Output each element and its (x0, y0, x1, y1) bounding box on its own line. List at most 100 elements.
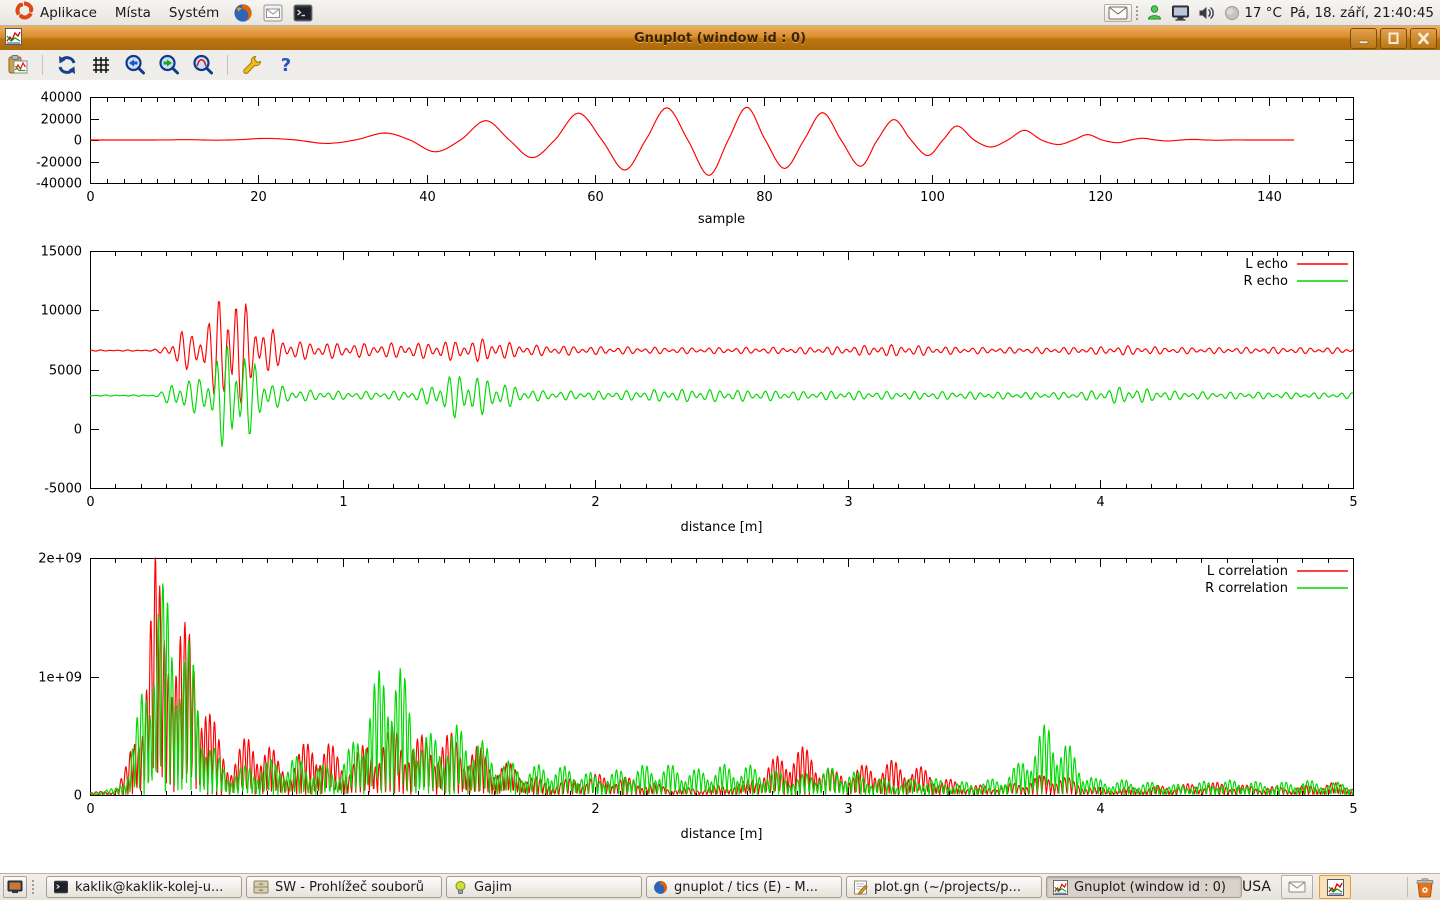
task-button-text-editor[interactable]: plot.gn (~/projects/p... (846, 876, 1042, 898)
x-axis-label: distance [m] (680, 827, 762, 842)
maximize-button[interactable] (1380, 28, 1407, 49)
y-tick-label: 15000 (41, 245, 82, 260)
zoom-next-icon (158, 54, 180, 76)
user-status-icon (1146, 4, 1163, 21)
series-chirp-signal (90, 107, 1294, 175)
y-tick-label: -20000 (36, 156, 82, 171)
menu-applications[interactable]: Aplikace (6, 0, 106, 25)
firefox-launcher[interactable] (233, 3, 253, 23)
zoom-previous-icon (124, 54, 146, 76)
close-icon (1415, 32, 1432, 45)
replot-button[interactable] (55, 53, 79, 77)
user-status-button[interactable] (1146, 4, 1163, 21)
y-tick-label: 0 (74, 134, 82, 149)
task-label: kaklik@kaklik-kolej-u... (75, 880, 223, 895)
configure-icon (241, 54, 263, 76)
x-tick-label: 3 (844, 802, 852, 817)
zoom-previous-button[interactable] (123, 53, 147, 77)
grid-icon (90, 54, 112, 76)
terminal-icon (53, 880, 69, 894)
x-tick-label: 140 (1257, 190, 1282, 205)
show-desktop-icon (7, 880, 23, 894)
plot-border (91, 252, 1354, 489)
task-button-gajim[interactable]: Gajim (446, 876, 642, 898)
legend-label: L correlation (1207, 564, 1288, 579)
x-tick-label: 20 (250, 190, 267, 205)
x-tick-label: 2 (591, 802, 599, 817)
chart-2: 012345-5000050001000015000distance [m]L … (41, 245, 1358, 536)
x-tick-label: 5 (1349, 495, 1357, 510)
ubuntu-logo-icon (15, 1, 34, 24)
show-desktop-button[interactable] (3, 876, 27, 898)
minimize-button[interactable] (1350, 28, 1377, 49)
x-tick-label: 80 (756, 190, 773, 205)
autoscale-button[interactable] (191, 53, 215, 77)
menu-system[interactable]: Systém (160, 0, 228, 25)
mail-icon (263, 4, 283, 22)
legend-label: L echo (1245, 257, 1288, 272)
y-tick-label: 1e+09 (38, 671, 82, 686)
task-label: Gnuplot (window id : 0) (1074, 880, 1226, 895)
series-l-echo (90, 302, 1353, 404)
firefox-icon (653, 880, 668, 895)
trash-icon (1414, 876, 1436, 898)
file-manager-icon (253, 880, 269, 894)
x-tick-label: 4 (1096, 802, 1104, 817)
gnuplot-tray-button[interactable] (1319, 875, 1351, 899)
task-list: kaklik@kaklik-kolej-u... SW - Prohlížeč s… (46, 876, 1242, 898)
x-tick-label: 2 (591, 495, 599, 510)
volume-button[interactable] (1198, 5, 1216, 21)
temperature-label[interactable]: 17 °C (1244, 5, 1282, 21)
series-r-correlation (90, 584, 1353, 795)
gajim-icon (453, 880, 468, 895)
window-titlebar[interactable]: Gnuplot (window id : 0) (0, 26, 1440, 51)
mail-notification-icon (1288, 881, 1306, 893)
x-tick-label: 1 (339, 495, 347, 510)
keyboard-layout-indicator[interactable]: USA (1242, 879, 1271, 895)
gnuplot-plot-area[interactable]: 020406080100120140-40000-200000200004000… (0, 80, 1440, 874)
menu-system-label: Systém (169, 5, 219, 21)
weather-applet[interactable] (1224, 5, 1240, 21)
gnuplot-window: Gnuplot (window id : 0) (0, 26, 1440, 874)
tasklist-drag-handle[interactable] (31, 879, 35, 895)
chart-1: 020406080100120140-40000-200000200004000… (36, 91, 1354, 228)
mail-notification-button[interactable] (1281, 875, 1313, 899)
gnome-taskbar: kaklik@kaklik-kolej-u... SW - Prohlížeč s… (0, 873, 1440, 900)
task-button-file-manager[interactable]: SW - Prohlížeč souborů (246, 876, 442, 898)
task-button-terminal[interactable]: kaklik@kaklik-kolej-u... (46, 876, 242, 898)
clock-applet[interactable]: Pá, 18. září, 21:40:45 (1290, 5, 1434, 21)
y-tick-label: -5000 (44, 482, 82, 497)
trash-applet[interactable] (1414, 876, 1436, 898)
display-settings-button[interactable] (1171, 5, 1190, 21)
copy-plot-icon (7, 54, 29, 76)
terminal-launcher[interactable] (293, 4, 313, 22)
x-tick-label: 4 (1096, 495, 1104, 510)
gnuplot-tray-icon (1327, 879, 1344, 896)
menu-applications-label: Aplikace (40, 5, 97, 21)
help-button[interactable]: ? (274, 53, 298, 77)
x-tick-label: 40 (419, 190, 436, 205)
x-tick-label: 1 (339, 802, 347, 817)
mail-launcher[interactable] (263, 4, 283, 22)
volume-icon (1198, 5, 1216, 21)
x-axis-label: sample (698, 212, 745, 227)
menu-places[interactable]: Místa (106, 0, 160, 25)
task-button-gnuplot[interactable]: Gnuplot (window id : 0) (1046, 876, 1242, 898)
configure-button[interactable] (240, 53, 264, 77)
firefox-icon (233, 3, 253, 23)
copy-plot-button[interactable] (6, 53, 30, 77)
chart-3: 01234501e+092e+09distance [m]L correlati… (38, 552, 1357, 843)
toolbar-separator (227, 55, 228, 75)
zoom-next-button[interactable] (157, 53, 181, 77)
window-title: Gnuplot (window id : 0) (0, 31, 1440, 46)
task-button-firefox[interactable]: gnuplot / tics (E) - M... (646, 876, 842, 898)
replot-icon (56, 54, 78, 76)
close-button[interactable] (1410, 28, 1437, 49)
x-tick-label: 3 (844, 495, 852, 510)
task-label: gnuplot / tics (E) - M... (674, 880, 818, 895)
tray-drag-handle[interactable] (1135, 5, 1139, 21)
legend-label: R echo (1243, 274, 1288, 289)
mail-notification-button[interactable] (1104, 4, 1132, 22)
help-icon: ? (281, 55, 291, 76)
grid-button[interactable] (89, 53, 113, 77)
